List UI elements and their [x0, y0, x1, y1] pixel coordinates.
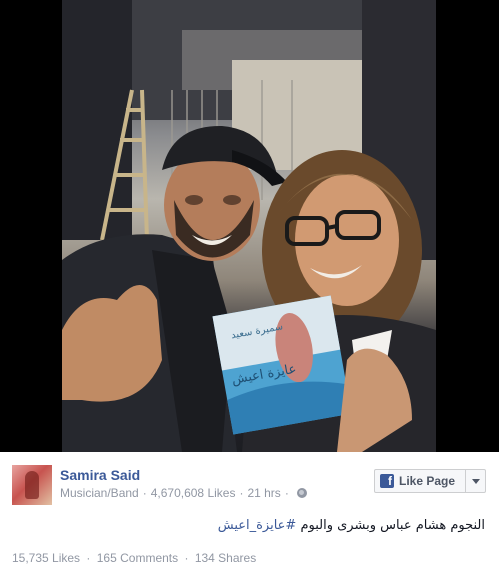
post-message-text: النجوم هشام عباس وبشرى والبوم: [296, 518, 485, 533]
shares-count-link[interactable]: 134 Shares: [195, 551, 256, 565]
stats-separator: ·: [184, 551, 189, 565]
photo-illustration: سميرة سعيد عايزة اعيش: [62, 0, 436, 452]
meta-separator: ·: [284, 486, 289, 500]
likes-count-link[interactable]: 15,735 Likes: [12, 551, 80, 565]
post-hashtag-link[interactable]: #عايزة_اعيش: [218, 518, 297, 533]
post-meta: Musician/Band · 4,670,608 Likes · 21 hrs…: [60, 486, 307, 500]
page-category: Musician/Band: [60, 486, 139, 500]
like-page-label: Like Page: [399, 474, 456, 488]
post-timestamp[interactable]: 21 hrs: [247, 486, 280, 500]
post-body: Samira Said Musician/Band · 4,670,608 Li…: [0, 452, 499, 570]
page-avatar[interactable]: [12, 465, 52, 505]
chevron-down-icon: [471, 478, 480, 484]
avatar-figure-icon: [25, 471, 39, 499]
stats-separator: ·: [86, 551, 91, 565]
post-message: النجوم هشام عباس وبشرى والبوم #عايزة_اعي…: [218, 518, 485, 533]
like-page-main[interactable]: f Like Page: [375, 470, 465, 492]
facebook-icon: f: [380, 474, 394, 488]
globe-icon[interactable]: [296, 488, 307, 498]
page-name-link[interactable]: Samira Said: [60, 467, 140, 483]
post-photo-frame[interactable]: سميرة سعيد عايزة اعيش: [0, 0, 499, 452]
comments-count-link[interactable]: 165 Comments: [97, 551, 178, 565]
meta-separator: ·: [142, 486, 147, 500]
page-likes-count: 4,670,608 Likes: [150, 486, 236, 500]
meta-separator: ·: [239, 486, 244, 500]
post-photo[interactable]: سميرة سعيد عايزة اعيش: [62, 0, 436, 452]
like-page-button[interactable]: f Like Page: [374, 469, 486, 493]
like-page-dropdown[interactable]: [465, 470, 485, 492]
post-stats: 15,735 Likes · 165 Comments · 134 Shares: [12, 551, 256, 565]
